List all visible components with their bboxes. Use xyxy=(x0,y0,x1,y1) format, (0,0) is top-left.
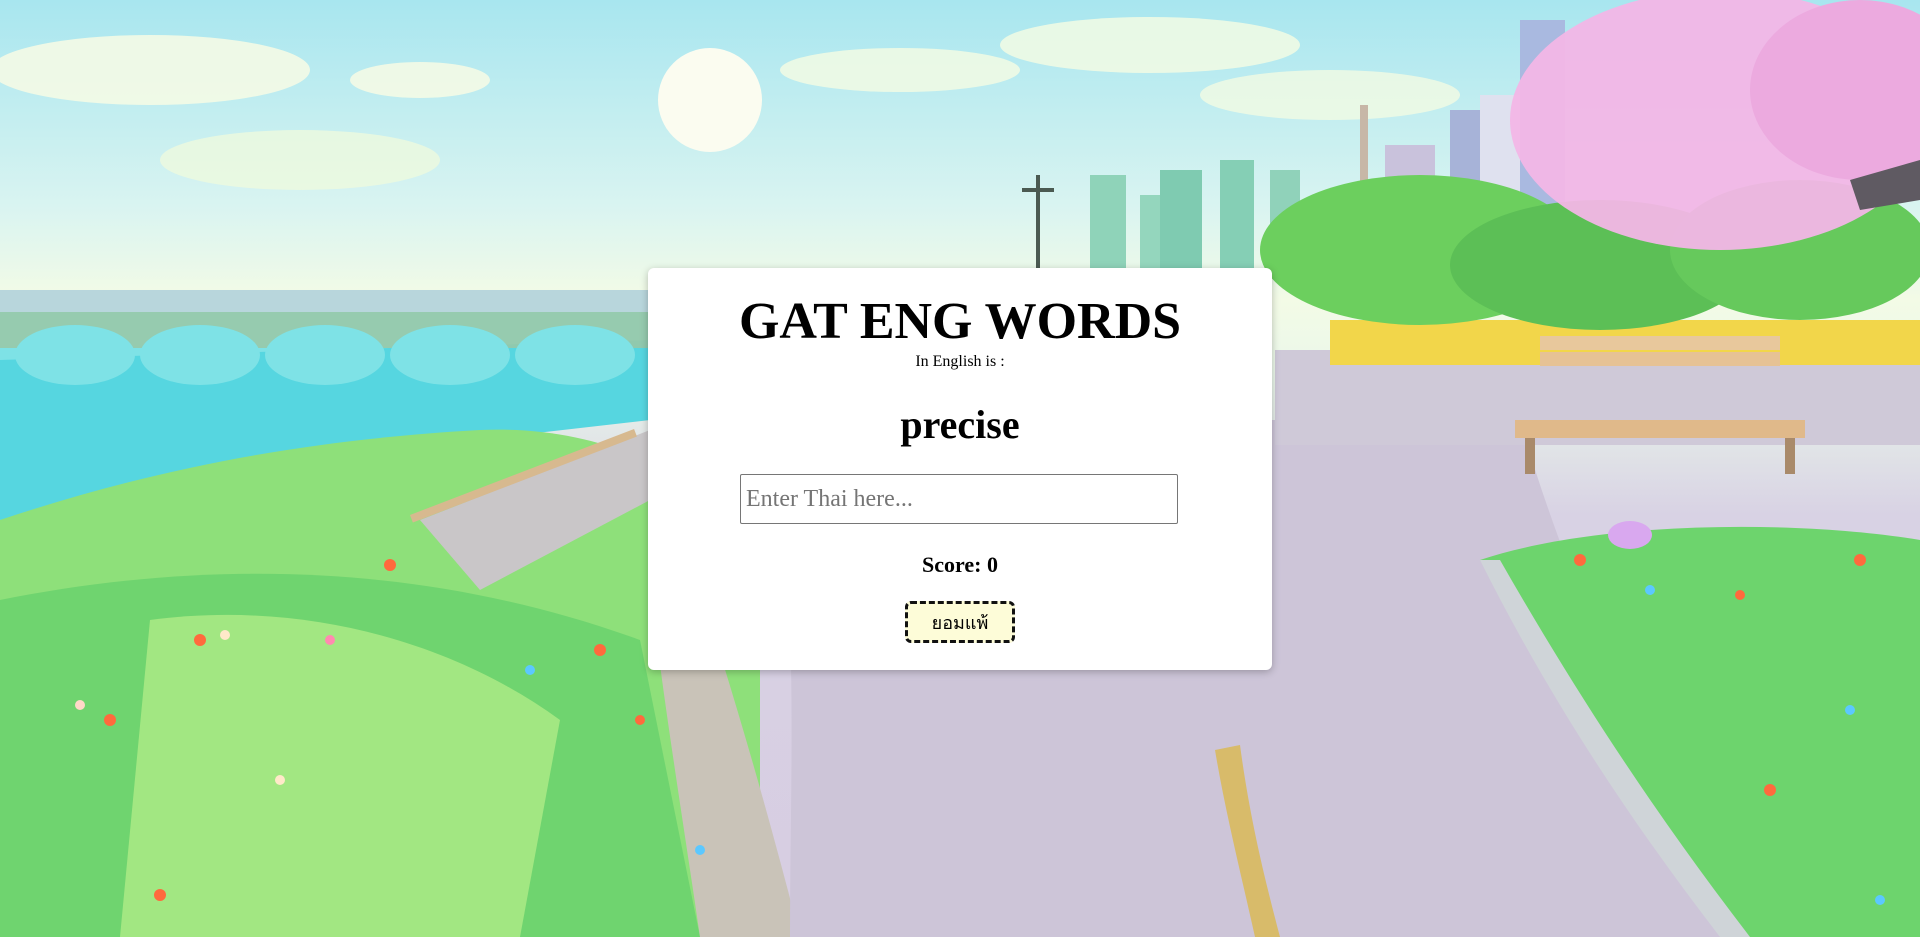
score-display: Score: 0 xyxy=(922,552,998,577)
quiz-card: GAT ENG WORDS In English is : precise Sc… xyxy=(648,268,1272,670)
current-word: precise xyxy=(900,402,1020,447)
thai-answer-input[interactable] xyxy=(740,474,1178,524)
prompt-label: In English is : xyxy=(915,353,1005,370)
give-up-button[interactable]: ยอมแพ้ xyxy=(905,601,1015,643)
page-title: GAT ENG WORDS xyxy=(738,293,1182,350)
